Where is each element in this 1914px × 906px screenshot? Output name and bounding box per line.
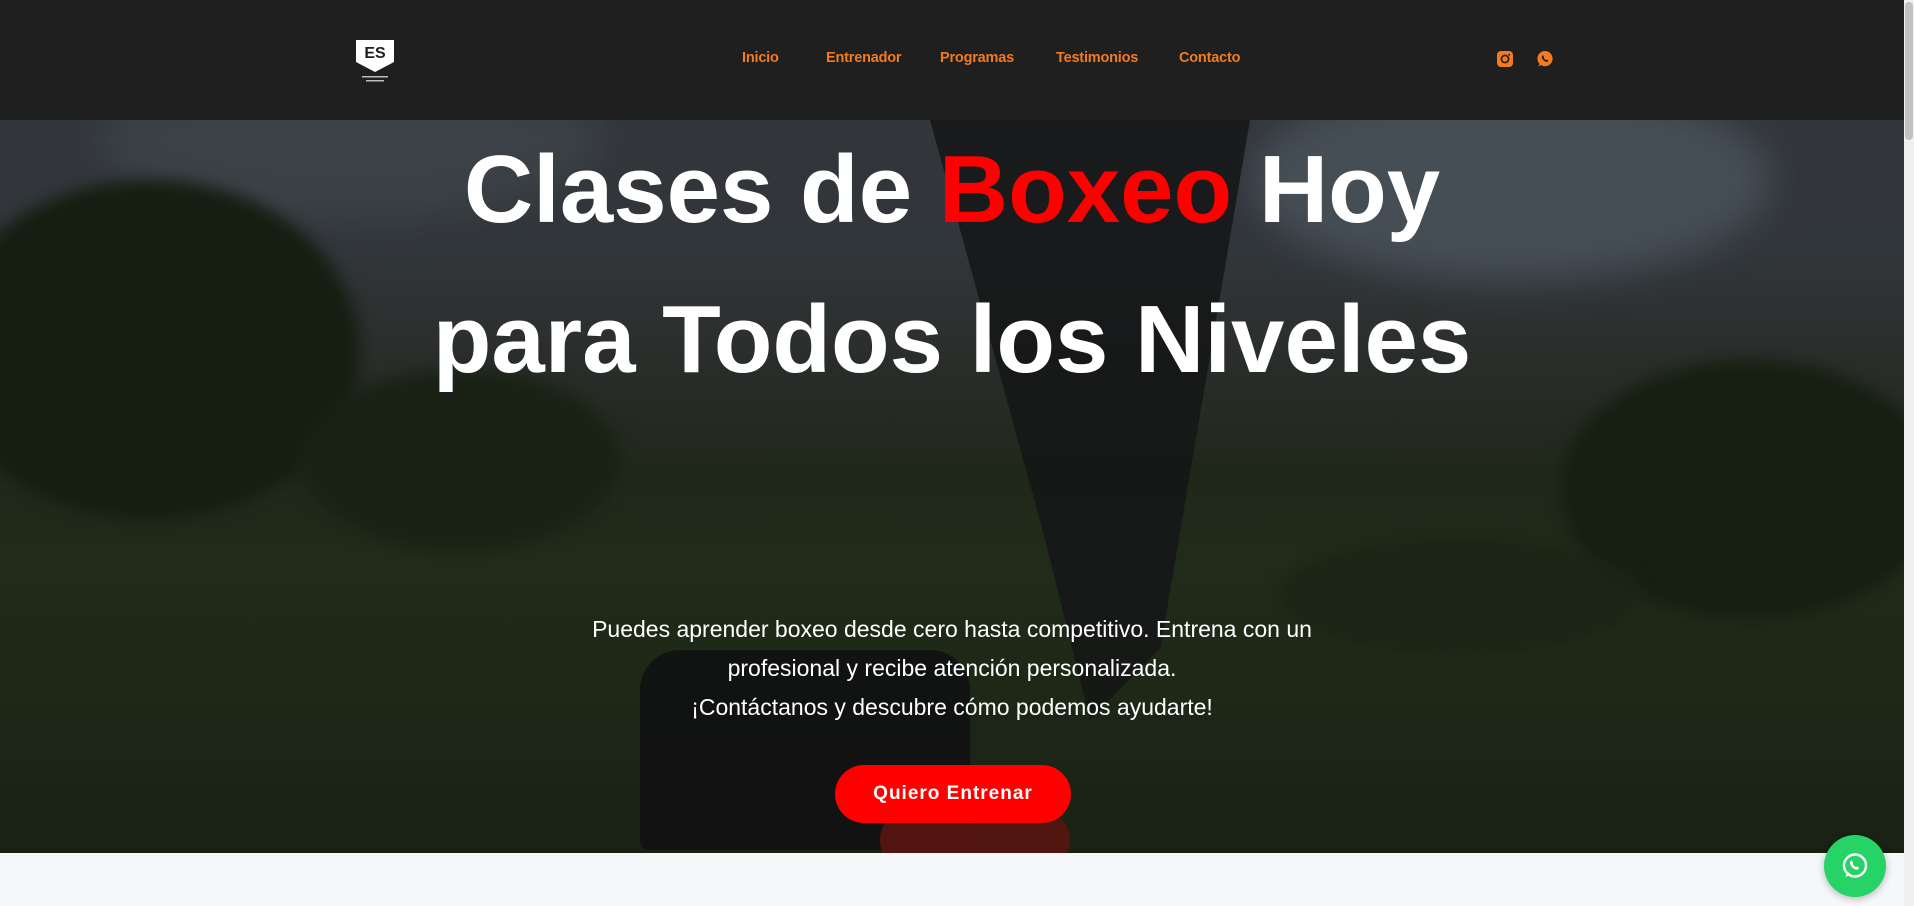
- hero-subtext: Puedes aprender boxeo desde cero hasta c…: [552, 610, 1352, 727]
- headline-accent: Boxeo: [938, 136, 1233, 243]
- hero-subtext-line2: ¡Contáctanos y descubre cómo podemos ayu…: [691, 694, 1213, 720]
- logo-icon[interactable]: ES: [350, 36, 400, 84]
- nav-item-inicio[interactable]: Inicio: [742, 50, 779, 66]
- headline-part1: Clases de: [463, 136, 939, 243]
- svg-text:ES: ES: [364, 45, 386, 62]
- scrollbar-thumb[interactable]: [1905, 2, 1913, 140]
- hero-headline: Clases de Boxeo Hoy para Todos los Nivel…: [380, 115, 1524, 415]
- whatsapp-icon[interactable]: [1536, 50, 1554, 68]
- next-section: [0, 853, 1904, 906]
- nav-item-contacto[interactable]: Contacto: [1179, 50, 1240, 66]
- hero-subtext-line1: Puedes aprender boxeo desde cero hasta c…: [592, 616, 1312, 681]
- nav-item-testimonios[interactable]: Testimonios: [1056, 50, 1138, 66]
- nav-item-entrenador[interactable]: Entrenador: [826, 50, 902, 66]
- cta-button[interactable]: Quiero Entrenar: [835, 765, 1071, 823]
- site-header: ES Inicio Entrenador Programas Testimoni…: [0, 0, 1904, 120]
- whatsapp-float-button[interactable]: [1824, 835, 1886, 897]
- instagram-icon[interactable]: [1496, 50, 1514, 68]
- page-scrollbar[interactable]: [1904, 0, 1914, 906]
- nav-item-programas[interactable]: Programas: [940, 50, 1014, 66]
- whatsapp-icon: [1842, 853, 1868, 878]
